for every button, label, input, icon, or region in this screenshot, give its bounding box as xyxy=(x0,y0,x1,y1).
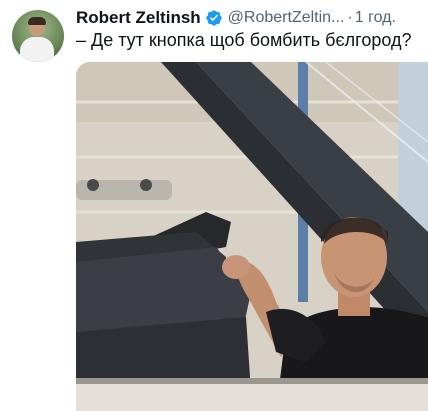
cockpit-photo xyxy=(76,62,428,411)
tweet-media-image[interactable] xyxy=(76,62,428,411)
tweet-timestamp[interactable]: 1 год. xyxy=(355,9,396,27)
author-handle[interactable]: @RobertZeltin... xyxy=(228,9,345,27)
author-name[interactable]: Robert Zeltinsh xyxy=(76,8,201,28)
verified-badge-icon xyxy=(205,10,222,26)
tweet-text: – Де тут кнопка щоб бомбить бєлгород? xyxy=(76,30,412,50)
separator-dot: · xyxy=(347,9,353,26)
author-avatar[interactable] xyxy=(12,10,64,62)
tweet-header: Robert Zeltinsh @RobertZeltin... · 1 год… xyxy=(76,6,396,30)
